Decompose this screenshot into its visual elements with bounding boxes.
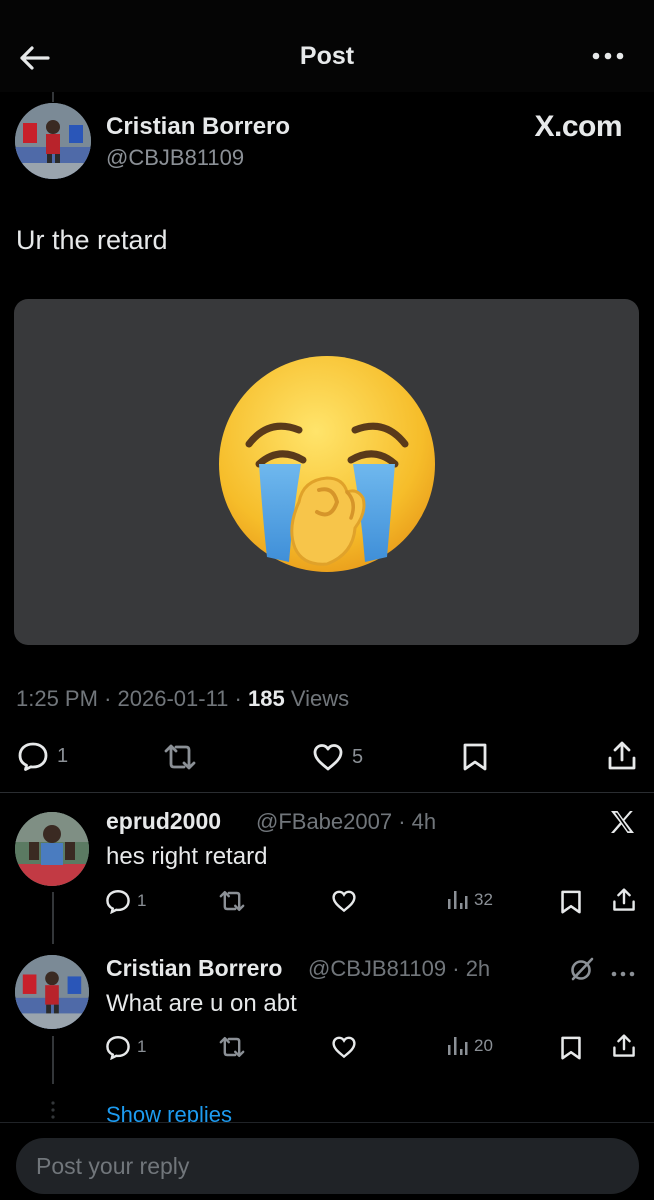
bookmark-icon	[561, 890, 581, 914]
comment-icon	[106, 1036, 130, 1060]
share-button[interactable]	[607, 740, 637, 772]
avatar[interactable]	[15, 812, 89, 886]
reply-button[interactable]: 1	[17, 740, 68, 772]
bar-chart-icon	[448, 891, 468, 909]
post-meta: 1:25 PM · 2026-01-11 · 185 Views	[16, 686, 349, 712]
reply-text: hes right retard	[106, 843, 268, 870]
views-count: 32	[474, 890, 493, 909]
bookmark-button[interactable]	[560, 1035, 582, 1061]
repost-button[interactable]	[163, 742, 197, 772]
bar-chart-icon	[448, 1037, 468, 1055]
more-options-button[interactable]	[611, 964, 635, 982]
reply-age: 2h	[465, 956, 491, 981]
like-button[interactable]	[331, 889, 357, 913]
comment-icon	[18, 742, 48, 771]
repost-icon	[219, 891, 245, 911]
meta-separator: ·	[234, 686, 248, 711]
author-name[interactable]: Cristian Borrero	[106, 113, 290, 141]
reply-count: 1	[137, 891, 147, 910]
comment-icon	[106, 890, 130, 914]
heart-icon	[332, 890, 356, 913]
reply-author-handle[interactable]: @CBJB81109 · 2h	[308, 956, 490, 982]
like-button[interactable]: 5	[312, 742, 363, 772]
meta-separator: ·	[392, 809, 412, 834]
reply-composer	[0, 1122, 654, 1200]
loudly-crying-face-icon	[218, 356, 435, 572]
avatar-photo-icon	[15, 812, 89, 886]
like-count: 5	[352, 745, 364, 768]
views-count: 185	[248, 686, 285, 711]
divider	[0, 792, 654, 793]
author-handle[interactable]: @CBJB81109	[106, 145, 244, 171]
more-dots-icon	[592, 52, 624, 60]
meta-separator: ·	[104, 686, 118, 711]
avatar-photo-icon	[15, 955, 89, 1029]
bookmark-button[interactable]	[560, 889, 582, 915]
reply-age: 4h	[411, 809, 437, 834]
share-button[interactable]	[612, 1033, 636, 1059]
avatar[interactable]	[15, 103, 91, 179]
grok-icon[interactable]	[569, 956, 595, 987]
avatar[interactable]	[15, 955, 89, 1029]
page-title: Post	[299, 42, 355, 70]
reply-button[interactable]: 1	[105, 1034, 146, 1060]
post-media[interactable]	[14, 299, 639, 645]
repost-button[interactable]	[218, 1035, 246, 1059]
x-logo-icon	[608, 808, 636, 841]
reply-handle-text: @CBJB81109	[308, 956, 447, 981]
repost-icon	[164, 744, 196, 770]
thread-line	[52, 1036, 54, 1084]
reply-handle-text: @FBabe2007	[256, 809, 393, 834]
views-label[interactable]: Views	[291, 686, 349, 711]
share-icon	[613, 1034, 635, 1057]
more-options-button[interactable]	[590, 42, 626, 70]
reply-input[interactable]	[16, 1138, 639, 1194]
reply-text: What are u on abt	[106, 990, 297, 1017]
views-button[interactable]: 32	[446, 889, 493, 911]
more-dots-icon	[611, 971, 635, 977]
reply-count: 1	[57, 744, 69, 767]
heart-icon	[313, 744, 343, 771]
thread-line-top	[52, 92, 54, 102]
bookmark-icon	[561, 1036, 581, 1060]
views-button[interactable]: 20	[446, 1035, 493, 1057]
reply-author-handle[interactable]: @FBabe2007 · 4h	[256, 809, 436, 835]
reply-author-name[interactable]: eprud2000	[106, 808, 221, 835]
bookmark-button[interactable]	[462, 742, 488, 772]
reply-author-name[interactable]: Cristian Borrero	[106, 955, 282, 982]
post-text: Ur the retard	[16, 225, 168, 255]
brand-watermark: X.com	[534, 110, 622, 144]
heart-icon	[332, 1036, 356, 1059]
reply-button[interactable]: 1	[105, 888, 146, 914]
meta-separator: ·	[446, 956, 466, 981]
bookmark-icon	[463, 743, 487, 771]
avatar-photo-icon	[15, 103, 91, 179]
reply-count: 1	[137, 1037, 147, 1056]
share-icon	[608, 741, 636, 770]
brand-text: X.com	[534, 110, 622, 143]
views-count: 20	[474, 1036, 493, 1055]
post-time: 1:25 PM	[16, 686, 98, 711]
repost-button[interactable]	[218, 889, 246, 913]
repost-icon	[219, 1037, 245, 1057]
top-bar: Post	[0, 0, 654, 92]
thread-line	[52, 892, 54, 944]
share-button[interactable]	[612, 887, 636, 913]
share-icon	[613, 888, 635, 911]
post-date: 2026-01-11	[117, 686, 229, 711]
like-button[interactable]	[331, 1035, 357, 1059]
